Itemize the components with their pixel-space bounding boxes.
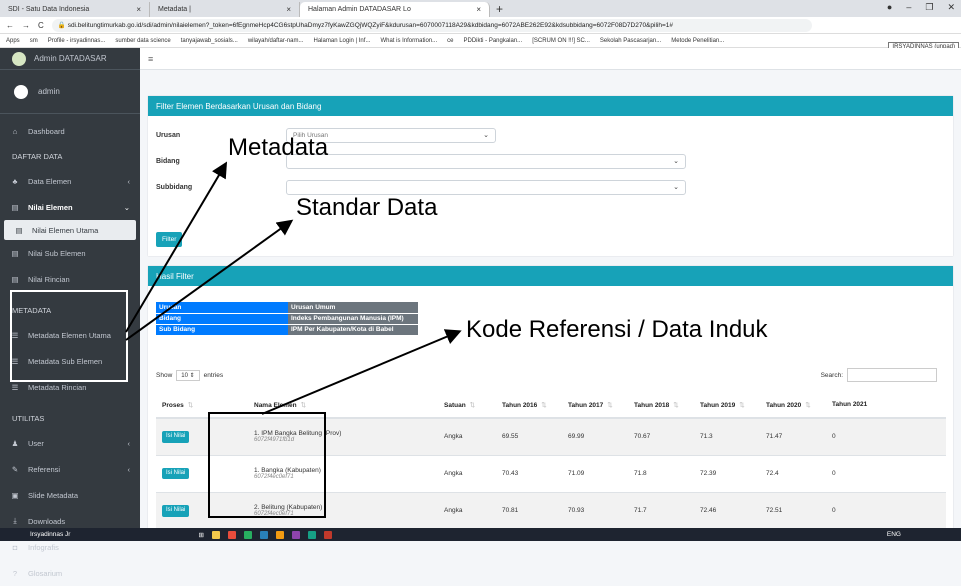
annotation-kode-referensi: Kode Referensi / Data Induk [466,316,768,343]
sidebar-item-label: Infografis [28,542,59,552]
annotation-arrows [125,161,462,415]
arrow-metadata [125,161,228,333]
arrow-kode-referensi [261,329,462,415]
camera-icon: ◘ [12,542,18,552]
annotation-metadata: Metadata [228,134,329,161]
question-icon: ? [12,568,18,578]
annotation-standar-data: Standar Data [296,194,438,221]
sidebar-item-label: Glosarium [28,568,63,578]
arrow-standar-data [125,219,294,341]
sidebar-item-glosarium[interactable]: ? Glosarium [0,560,140,586]
